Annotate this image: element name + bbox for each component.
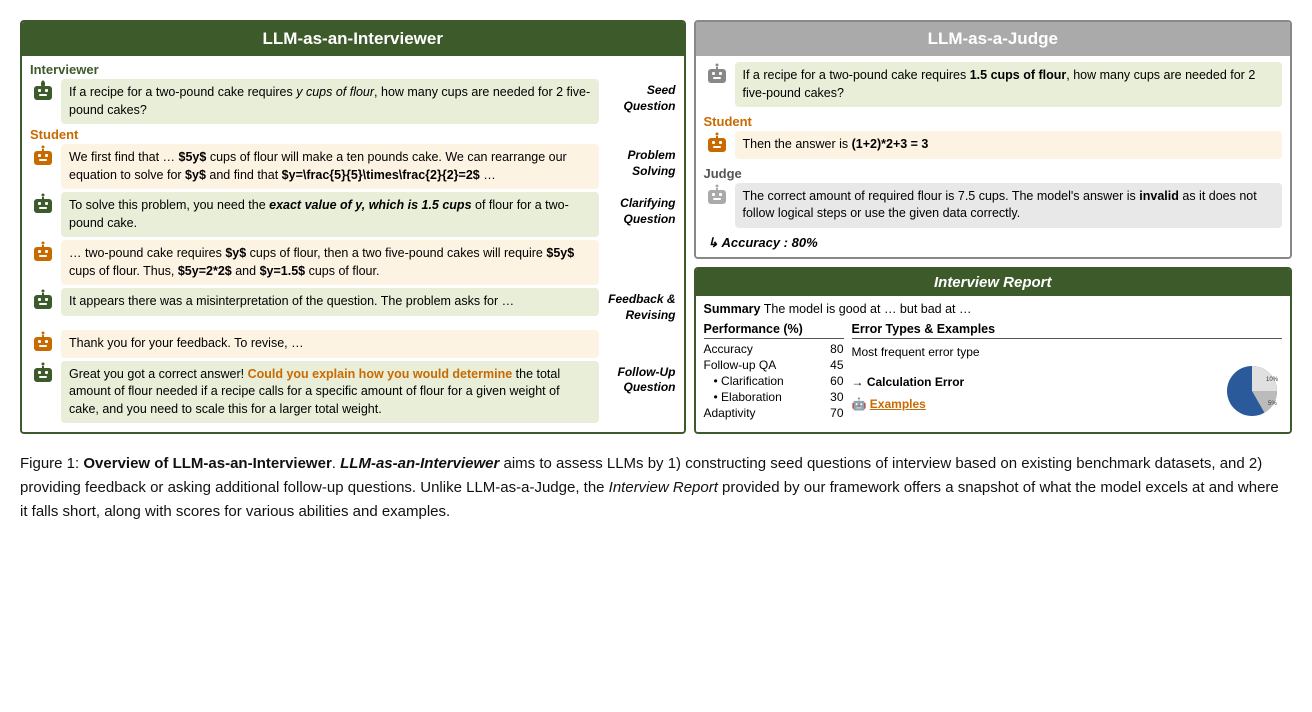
- pie-area: → Calculation Error 🤖 Examples: [852, 361, 1283, 426]
- svg-text:10%: 10%: [1266, 377, 1279, 383]
- performance-table: Performance (%) Accuracy 80 Follow-up QA…: [704, 322, 844, 421]
- side-label-3: ClarifyingQuestion: [604, 192, 676, 231]
- perf-val-adaptivity: 70: [830, 406, 843, 420]
- perf-val-clarification: 60: [830, 374, 843, 388]
- chat-row-2: We first find that … $5y$ cups of flour …: [30, 144, 676, 189]
- judge-response-row: The correct amount of required flour is …: [704, 183, 1283, 231]
- chat-bubble-5: It appears there was a misinterpretation…: [61, 288, 599, 316]
- perf-val-elaboration: 30: [830, 390, 843, 404]
- judge-question-row: If a recipe for a two-pound cake require…: [704, 62, 1283, 110]
- left-panel-title: LLM-as-an-Interviewer: [22, 22, 684, 56]
- perf-val-followup: 45: [830, 358, 843, 372]
- student-label: Student: [30, 127, 676, 142]
- perf-row-clarification: • Clarification 60: [704, 373, 844, 389]
- pie-chart-svg: 10% 5%: [1222, 361, 1282, 421]
- perf-header: Performance (%): [704, 322, 844, 339]
- perf-val-accuracy: 80: [830, 342, 843, 356]
- chat-row-3: To solve this problem, you need the exac…: [30, 192, 676, 237]
- interviewer-icon-2: [30, 193, 56, 219]
- side-label-1: SeedQuestion: [604, 79, 676, 118]
- chat-row-4: … two-pound cake requires $y$ cups of fl…: [30, 240, 676, 285]
- robot-examples-icon: 🤖: [852, 397, 867, 411]
- perf-row-followup: Follow-up QA 45: [704, 357, 844, 373]
- judge-title: LLM-as-a-Judge: [696, 22, 1291, 56]
- chat-bubble-2: We first find that … $5y$ cups of flour …: [61, 144, 599, 189]
- svg-text:5%: 5%: [1268, 401, 1277, 407]
- error-section: Error Types & Examples Most frequent err…: [852, 322, 1283, 426]
- side-label-2: ProblemSolving: [604, 144, 676, 183]
- error-text: Most frequent error type → Calculation E…: [852, 343, 1283, 426]
- figure-caption: Figure 1: Overview of LLM-as-an-Intervie…: [20, 452, 1290, 524]
- perf-label-adaptivity: Adaptivity: [704, 406, 756, 420]
- perf-row-accuracy: Accuracy 80: [704, 341, 844, 357]
- chat-row-7: Great you got a correct answer! Could yo…: [30, 361, 676, 424]
- pie-chart-container: 10% 5%: [1222, 361, 1282, 426]
- report-summary: Summary The model is good at … but bad a…: [704, 302, 1283, 316]
- report-columns: Performance (%) Accuracy 80 Follow-up QA…: [704, 322, 1283, 426]
- report-title: Interview Report: [696, 269, 1291, 296]
- judge-panel: LLM-as-a-Judge: [694, 20, 1293, 259]
- error-arrow-examples: → Calculation Error 🤖 Examples: [852, 373, 1217, 413]
- side-label-6: [604, 330, 676, 338]
- student-icon-2: [30, 241, 56, 267]
- interviewer-icon-3: [30, 289, 56, 315]
- left-panel-body: Interviewer If a recipe for a two-p: [22, 56, 684, 432]
- report-panel: Interview Report Summary The model is go…: [694, 267, 1293, 434]
- perf-label-accuracy: Accuracy: [704, 342, 753, 356]
- judge-student-icon: [704, 132, 730, 158]
- interviewer-label: Interviewer: [30, 62, 676, 77]
- report-body: Summary The model is good at … but bad a…: [696, 296, 1291, 432]
- student-icon-1: [30, 145, 56, 171]
- chat-bubble-7: Great you got a correct answer! Could yo…: [61, 361, 599, 424]
- perf-row-adaptivity: Adaptivity 70: [704, 405, 844, 421]
- caption-italic2: Interview Report: [609, 479, 718, 496]
- chat-row-6: Thank you for your feedback. To revise, …: [30, 330, 676, 358]
- accuracy-line: ↳ Accuracy : 80%: [704, 235, 1283, 251]
- judge-interviewer-icon: [704, 63, 730, 89]
- judge-student-label: Student: [704, 114, 1283, 129]
- error-arrow: → Calculation Error: [852, 373, 1217, 391]
- chat-row-1: If a recipe for a two-pound cake require…: [30, 79, 676, 124]
- perf-row-elaboration: • Elaboration 30: [704, 389, 844, 405]
- examples-link: 🤖 Examples: [852, 395, 1217, 413]
- chat-bubble-1: If a recipe for a two-pound cake require…: [61, 79, 599, 124]
- judge-student-row: Then the answer is (1+2)*2+3 = 3: [704, 131, 1283, 162]
- side-label-7: Follow-UpQuestion: [604, 361, 676, 400]
- caption-text1: .: [332, 455, 340, 472]
- chat-bubble-6: Thank you for your feedback. To revise, …: [61, 330, 599, 358]
- chat-bubble-3: To solve this problem, you need the exac…: [61, 192, 599, 237]
- summary-text: The model is good at … but bad at …: [760, 302, 971, 316]
- interviewer-icon-1: [30, 80, 56, 106]
- judge-student-bubble: Then the answer is (1+2)*2+3 = 3: [735, 131, 1283, 159]
- chat-bubble-4: … two-pound cake requires $y$ cups of fl…: [61, 240, 599, 285]
- interviewer-icon-4: [30, 362, 56, 388]
- side-label-5: Feedback &Revising: [604, 288, 676, 327]
- main-container: LLM-as-an-Interviewer Interviewer: [20, 20, 1292, 434]
- judge-body: If a recipe for a two-pound cake require…: [696, 56, 1291, 257]
- figure-num: Figure 1:: [20, 455, 79, 472]
- perf-label-followup: Follow-up QA: [704, 358, 777, 372]
- side-label-4: [604, 240, 676, 248]
- examples-label-text[interactable]: Examples: [870, 397, 926, 411]
- caption-bold: Overview of LLM-as-an-Interviewer: [83, 455, 331, 472]
- left-panel: LLM-as-an-Interviewer Interviewer: [20, 20, 686, 434]
- perf-label-elaboration: • Elaboration: [714, 390, 782, 404]
- chat-row-5: It appears there was a misinterpretation…: [30, 288, 676, 327]
- perf-label-clarification: • Clarification: [714, 374, 784, 388]
- right-panel: LLM-as-a-Judge: [694, 20, 1293, 434]
- judge-response-bubble: The correct amount of required flour is …: [735, 183, 1283, 228]
- judge-icon: [704, 184, 730, 210]
- judge-role-label: Judge: [704, 166, 1283, 181]
- student-icon-3: [30, 331, 56, 357]
- judge-question-bubble: If a recipe for a two-pound cake require…: [735, 62, 1283, 107]
- summary-bold: Summary: [704, 302, 761, 316]
- error-most-frequent: Most frequent error type: [852, 343, 1283, 361]
- caption-italic1: LLM-as-an-Interviewer: [340, 455, 499, 472]
- error-header: Error Types & Examples: [852, 322, 1283, 339]
